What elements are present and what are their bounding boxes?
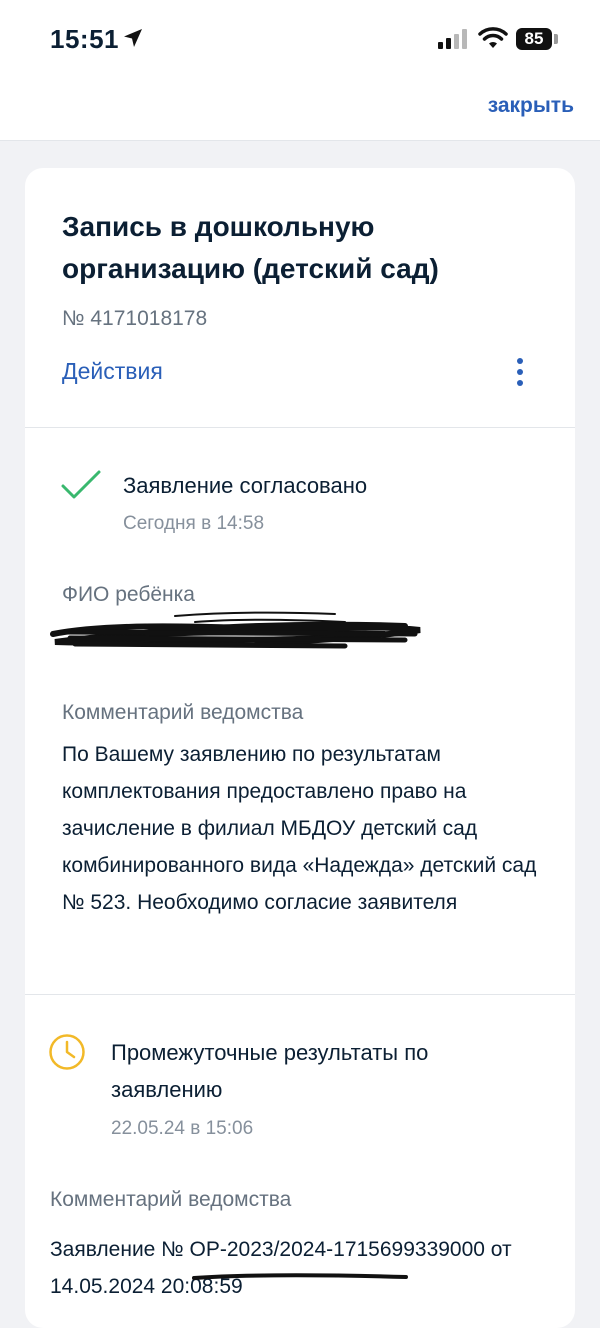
application-card: Запись в дошкольную организацию (детский… bbox=[25, 168, 575, 1328]
event-status: Заявление согласовано bbox=[123, 473, 368, 498]
wifi-icon bbox=[478, 27, 508, 48]
close-button[interactable]: закрыть bbox=[488, 94, 574, 118]
comment-label: Комментарий ведомства bbox=[50, 1188, 292, 1211]
clock-icon bbox=[49, 1034, 85, 1070]
comment-label: Комментарий ведомства bbox=[62, 701, 304, 724]
redacted-child-name bbox=[50, 611, 421, 649]
event-date: Сегодня в 14:58 bbox=[123, 513, 265, 534]
divider bbox=[25, 427, 575, 428]
actions-link[interactable]: Действия bbox=[62, 358, 163, 385]
status-bar: 15:51 85 bbox=[0, 0, 600, 80]
top-bar: закрыть bbox=[0, 80, 600, 141]
divider bbox=[25, 994, 575, 995]
more-vertical-icon[interactable] bbox=[509, 356, 531, 388]
event-date: 22.05.24 в 15:06 bbox=[111, 1118, 254, 1139]
battery-level: 85 bbox=[524, 29, 544, 48]
redaction-strike bbox=[192, 1273, 408, 1280]
event-status: Промежуточные результаты по заявлению bbox=[111, 1040, 429, 1102]
status-time: 15:51 bbox=[50, 24, 119, 54]
cellular-signal-icon bbox=[438, 29, 467, 49]
battery-icon: 85 bbox=[516, 28, 552, 50]
application-number: № 4171018178 bbox=[62, 307, 208, 330]
location-arrow-icon bbox=[124, 29, 142, 47]
comment-text: По Вашему заявлению по результатам компл… bbox=[62, 743, 537, 914]
page-title: Запись в дошкольную организацию (детский… bbox=[62, 211, 439, 284]
battery-cap bbox=[554, 34, 558, 44]
check-icon bbox=[61, 470, 101, 499]
